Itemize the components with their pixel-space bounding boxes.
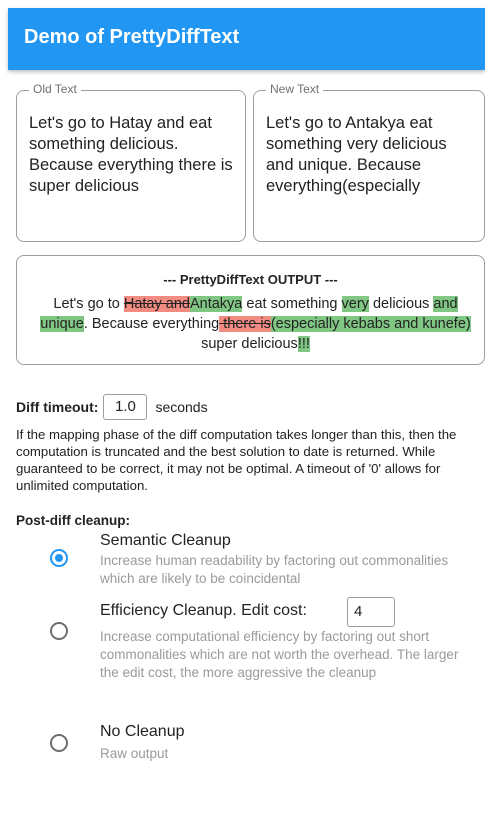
diff-timeout-help: If the mapping phase of the diff computa… bbox=[16, 427, 457, 493]
edit-cost-input[interactable]: 4 bbox=[347, 597, 395, 627]
diff-segment-inserted: (especially kebabs and kunefe) bbox=[270, 316, 471, 332]
app-screen: Demo of PrettyDiffText Old Text Let's go… bbox=[8, 8, 485, 825]
old-text-value[interactable]: Let's go to Hatay and eat something deli… bbox=[29, 113, 235, 231]
old-text-label: Old Text bbox=[29, 82, 81, 96]
app-bar: Demo of PrettyDiffText bbox=[8, 8, 485, 70]
no-cleanup-radio[interactable] bbox=[50, 734, 68, 752]
efficiency-cleanup-title[interactable]: Efficiency Cleanup. Edit cost: bbox=[100, 602, 307, 620]
no-cleanup-title[interactable]: No Cleanup bbox=[100, 723, 185, 741]
diff-output-text: Let's go to Hatay andAntakya eat somethi… bbox=[39, 294, 472, 354]
diff-segment-equal: delicious bbox=[368, 296, 434, 312]
diff-timeout-input[interactable]: 1.0 bbox=[103, 394, 148, 420]
diff-timeout-label: Diff timeout: bbox=[16, 399, 99, 415]
semantic-cleanup-radio[interactable] bbox=[50, 549, 68, 567]
semantic-cleanup-title[interactable]: Semantic Cleanup bbox=[100, 532, 231, 550]
diff-segment-equal: . Because everything bbox=[83, 316, 220, 332]
diff-timeout-unit: seconds bbox=[155, 399, 208, 415]
diff-segment-equal: Let's go to bbox=[53, 296, 124, 312]
app-title: Demo of PrettyDiffText bbox=[24, 26, 240, 48]
diff-segment-inserted: very bbox=[341, 296, 369, 312]
diff-segment-equal: super delicious bbox=[201, 336, 298, 352]
diff-segment-inserted: Antakya bbox=[189, 296, 243, 312]
diff-output-title: --- PrettyDiffText OUTPUT --- bbox=[163, 272, 338, 287]
no-cleanup-description: Raw output bbox=[100, 746, 169, 761]
diff-segment-deleted: there is bbox=[219, 316, 271, 332]
efficiency-cleanup-description: Increase computational efficiency by fac… bbox=[100, 629, 459, 680]
diff-segment-equal: eat something bbox=[242, 296, 342, 312]
new-text-field[interactable]: New Text Let's go to Antakya eat somethi… bbox=[253, 82, 485, 242]
diff-segment-inserted: !!! bbox=[297, 336, 310, 352]
old-text-field[interactable]: Old Text Let's go to Hatay and eat somet… bbox=[16, 82, 246, 242]
diff-output-panel: --- PrettyDiffText OUTPUT --- Let's go t… bbox=[16, 255, 485, 365]
new-text-value[interactable]: Let's go to Antakya eat something very d… bbox=[266, 113, 474, 231]
cleanup-heading: Post-diff cleanup: bbox=[16, 513, 130, 528]
semantic-cleanup-description: Increase human readability by factoring … bbox=[100, 553, 449, 586]
diff-timeout-row: Diff timeout: 1.0 seconds bbox=[16, 393, 208, 421]
new-text-label: New Text bbox=[266, 82, 324, 96]
diff-segment-deleted: Hatay and bbox=[123, 296, 190, 312]
efficiency-cleanup-radio[interactable] bbox=[50, 622, 68, 640]
